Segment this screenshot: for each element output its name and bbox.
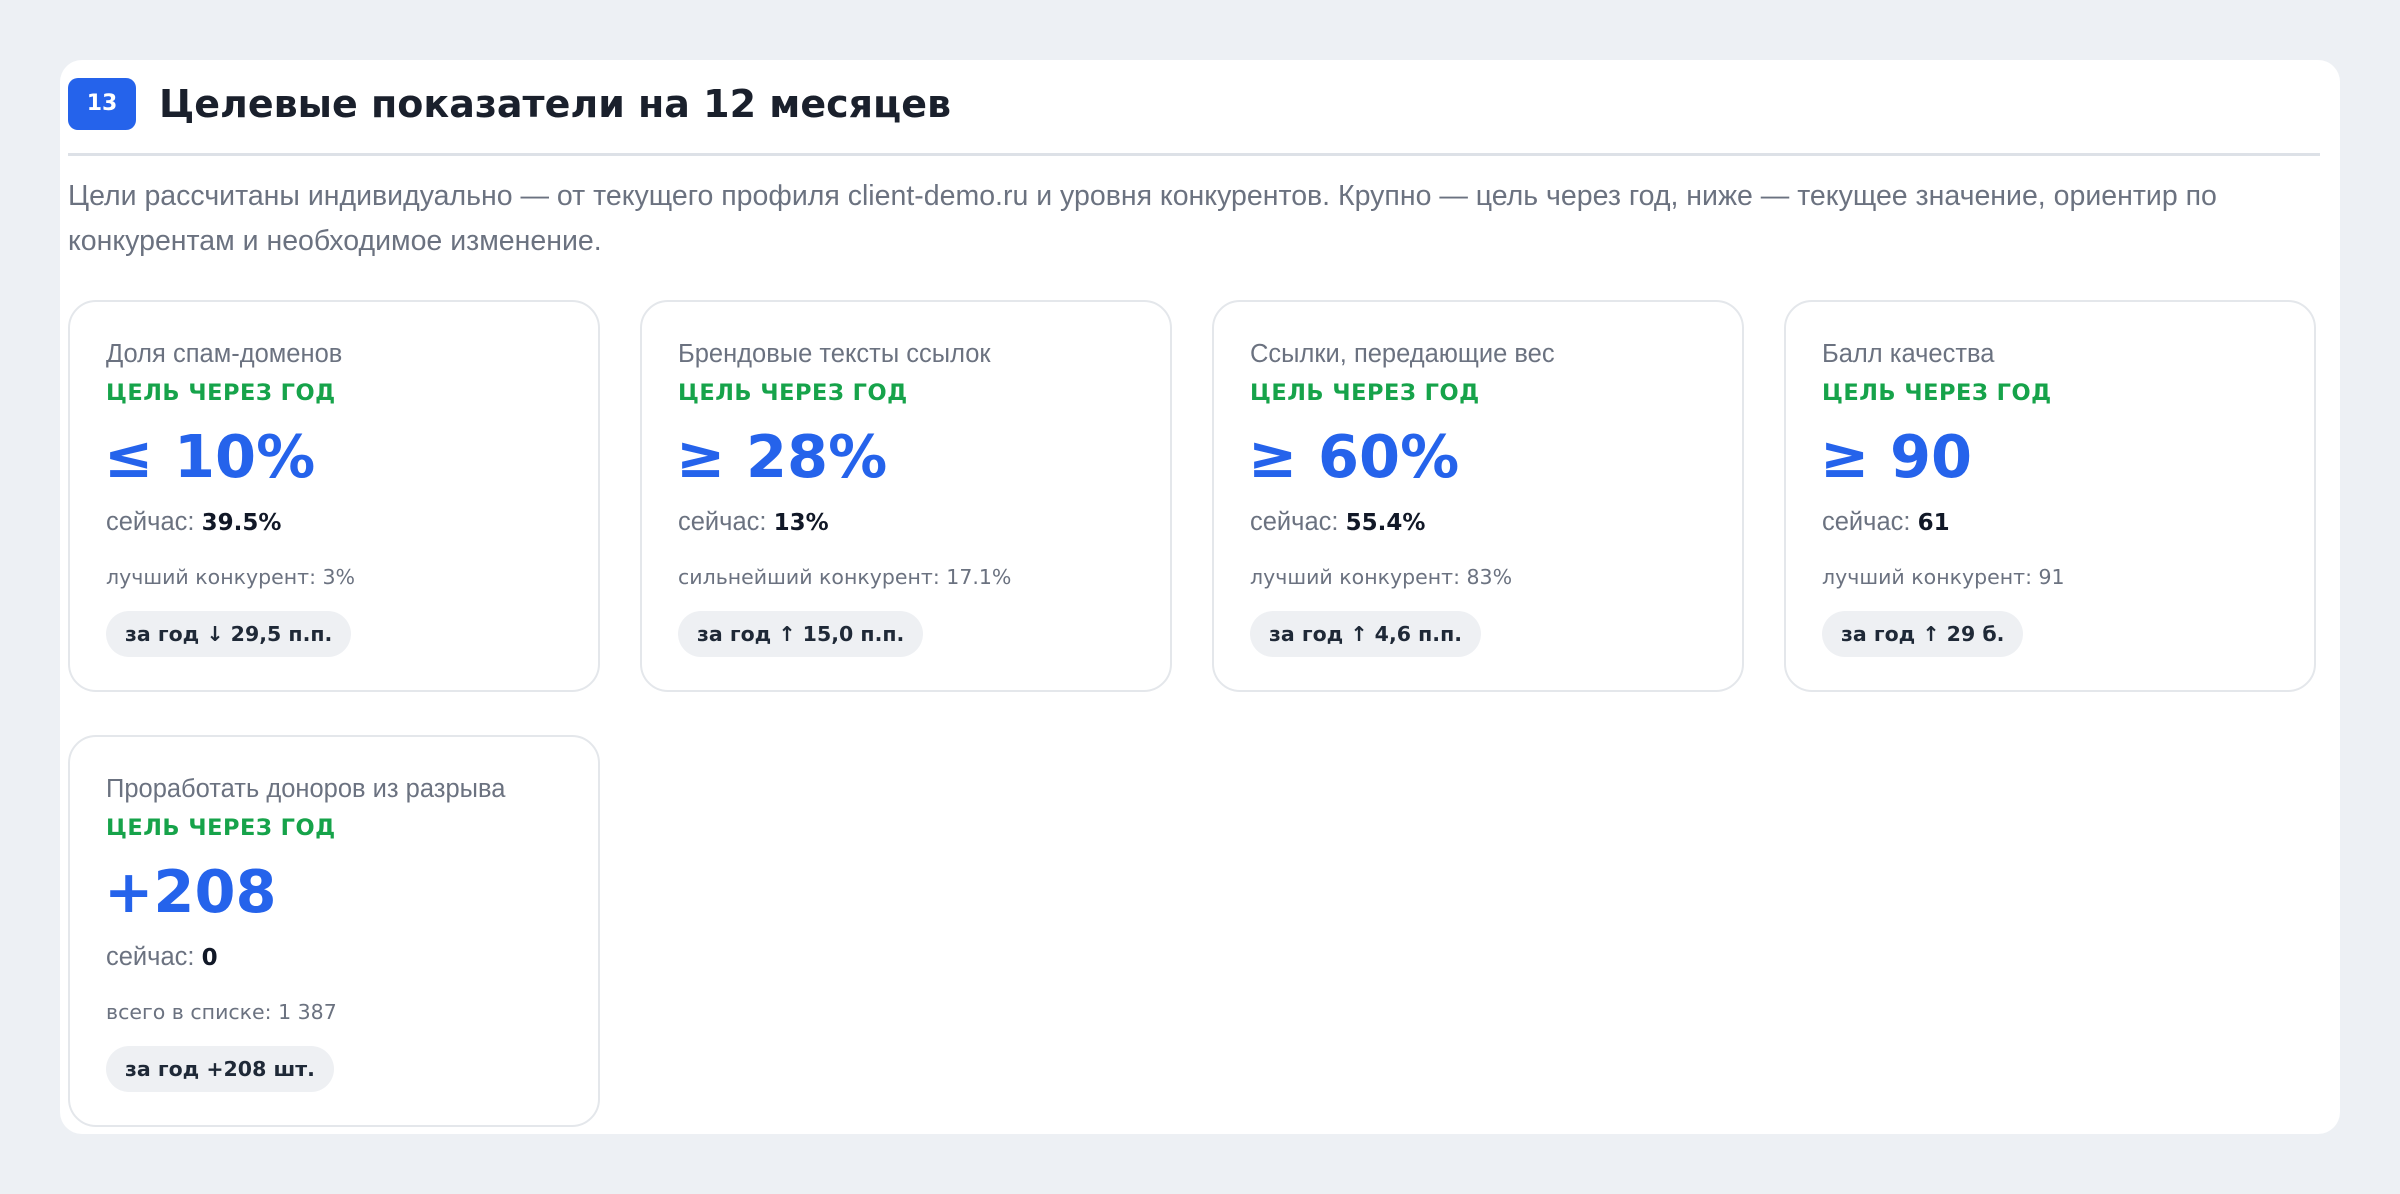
card-target-value: ≤ 10% [104, 422, 316, 491]
card-goal-label: ЦЕЛЬ ЧЕРЕЗ ГОД [106, 815, 336, 841]
card-benchmark: лучший конкурент: 91 [1822, 565, 2065, 589]
card-delta-pill: за год ↑ 4,6 п.п. [1250, 611, 1482, 657]
card-goal-label: ЦЕЛЬ ЧЕРЕЗ ГОД [1250, 380, 1480, 406]
card-benchmark: лучший конкурент: 83% [1250, 565, 1513, 589]
card-current-value: 0 [201, 945, 218, 971]
card-benchmark: всего в списке: 1 387 [106, 1000, 337, 1024]
card-current: сейчас: 0 [106, 943, 218, 972]
card-label: Балл качества [1822, 340, 1995, 368]
target-card-gap-donors: Проработать доноров из разрыва ЦЕЛЬ ЧЕРЕ… [68, 735, 600, 1127]
card-goal-label: ЦЕЛЬ ЧЕРЕЗ ГОД [106, 380, 336, 406]
target-card-dofollow-links: Ссылки, передающие вес ЦЕЛЬ ЧЕРЕЗ ГОД ≥ … [1212, 300, 1744, 692]
card-current-value: 55.4% [1345, 510, 1426, 536]
card-target-value: ≥ 90 [1820, 422, 1973, 491]
card-benchmark: лучший конкурент: 3% [106, 565, 356, 589]
card-current: сейчас: 55.4% [1250, 508, 1425, 537]
card-goal-label: ЦЕЛЬ ЧЕРЕЗ ГОД [1822, 380, 2052, 406]
card-current-value: 61 [1917, 510, 1950, 536]
card-current-prefix: сейчас: [106, 508, 195, 536]
card-current-value: 13% [773, 510, 829, 536]
card-delta-pill: за год ↓ 29,5 п.п. [106, 611, 352, 657]
card-goal-label: ЦЕЛЬ ЧЕРЕЗ ГОД [678, 380, 908, 406]
card-target-value: ≥ 60% [1248, 422, 1460, 491]
card-target-value: ≥ 28% [676, 422, 888, 491]
section-intro: Цели рассчитаны индивидуально — от текущ… [68, 180, 2217, 257]
targets-section: 13 Целевые показатели на 12 месяцев Цели… [60, 60, 2340, 1134]
card-label: Доля спам-доменов [106, 340, 343, 368]
card-current: сейчас: 13% [678, 508, 829, 537]
card-delta-pill: за год +208 шт. [106, 1046, 334, 1092]
card-delta-pill: за год ↑ 15,0 п.п. [678, 611, 924, 657]
card-label: Проработать доноров из разрыва [106, 775, 506, 803]
card-benchmark: сильнейший конкурент: 17.1% [678, 565, 1012, 589]
card-delta-pill: за год ↑ 29 б. [1822, 611, 2024, 657]
target-card-quality-score: Балл качества ЦЕЛЬ ЧЕРЕЗ ГОД ≥ 90 сейчас… [1784, 300, 2316, 692]
card-label: Брендовые тексты ссылок [678, 340, 991, 368]
target-card-spam-domains: Доля спам-доменов ЦЕЛЬ ЧЕРЕЗ ГОД ≤ 10% с… [68, 300, 600, 692]
card-label: Ссылки, передающие вес [1250, 340, 1555, 368]
card-current: сейчас: 61 [1822, 508, 1950, 537]
section-number-badge: 13 [68, 78, 136, 130]
card-current-prefix: сейчас: [106, 943, 195, 971]
card-current-prefix: сейчас: [1822, 508, 1911, 536]
section-title: Целевые показатели на 12 месяцев [159, 82, 952, 126]
target-card-brand-anchors: Брендовые тексты ссылок ЦЕЛЬ ЧЕРЕЗ ГОД ≥… [640, 300, 1172, 692]
card-current: сейчас: 39.5% [106, 508, 281, 537]
section-header: 13 Целевые показатели на 12 месяцев [68, 77, 2320, 156]
card-current-prefix: сейчас: [678, 508, 767, 536]
card-current-prefix: сейчас: [1250, 508, 1339, 536]
card-current-value: 39.5% [201, 510, 282, 536]
card-target-value: +208 [104, 857, 277, 926]
